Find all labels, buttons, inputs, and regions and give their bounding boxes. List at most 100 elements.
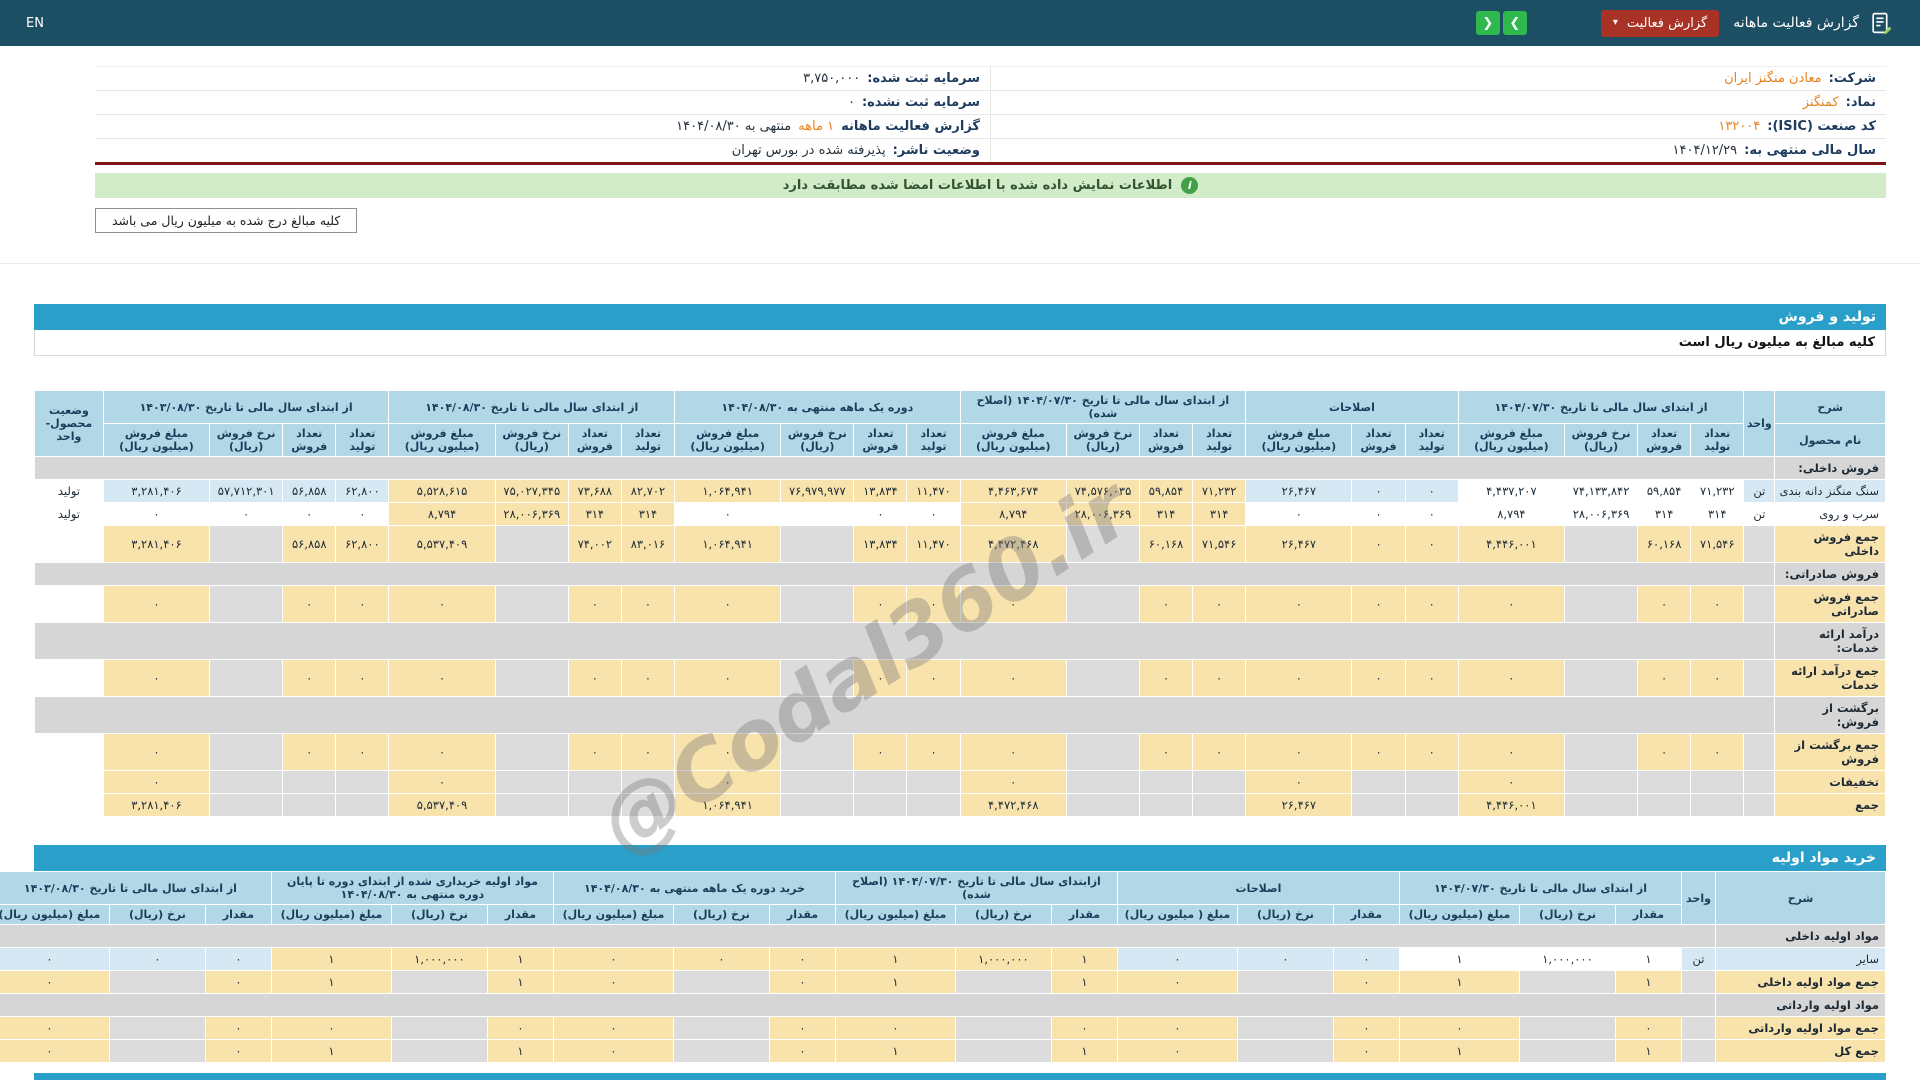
unit-cell — [1743, 733, 1776, 771]
language-en-link[interactable]: EN — [26, 16, 44, 31]
row-label: برگشت از فروش: — [1774, 696, 1886, 734]
row-label: سایر — [1715, 947, 1886, 971]
value-cell: ۰ — [906, 733, 961, 771]
value-cell: ۵,۵۳۷,۴۰۹ — [388, 525, 496, 563]
header-subcolumn: تعداد فروش — [1138, 423, 1194, 457]
value-cell: ۰ — [768, 1039, 836, 1063]
symbol-link[interactable]: کمنگنز — [1803, 95, 1839, 110]
value-cell — [906, 770, 961, 794]
status-cell: تولید — [34, 479, 104, 503]
unit-cell: تن — [1743, 479, 1776, 503]
registered-capital-value: ۳,۷۵۰,۰۰۰ — [803, 71, 861, 86]
value-cell — [1404, 770, 1459, 794]
header-subcolumn: تعداد تولید — [1690, 423, 1745, 457]
value-cell: ۰ — [674, 770, 782, 794]
header-subcolumn: تعداد تولید — [620, 423, 676, 457]
info-icon: i — [1181, 177, 1199, 194]
company-link[interactable]: معادن منگنز ایران — [1724, 71, 1822, 86]
value-cell: ۰ — [552, 970, 674, 994]
value-cell — [1564, 770, 1639, 794]
next-report-button[interactable]: ❯ — [1502, 11, 1527, 35]
value-cell: ۷۳,۶۸۸ — [567, 479, 622, 503]
header-subcolumn: تعداد فروش — [282, 423, 337, 457]
status-cell — [34, 659, 104, 697]
header-subcolumn: تعداد تولید — [1404, 423, 1459, 457]
value-cell: ۰ — [108, 947, 206, 971]
value-cell: ۷۱,۲۳۲ — [1690, 479, 1745, 503]
value-cell: ۰ — [567, 733, 622, 771]
value-cell: ۱۱,۴۷۰ — [906, 525, 961, 563]
value-cell — [780, 525, 855, 563]
value-cell: ۰ — [674, 733, 782, 771]
value-cell: ۰ — [906, 659, 961, 697]
value-cell: ۰ — [1116, 970, 1238, 994]
value-cell: ۰ — [1404, 525, 1459, 563]
row-label: تخفیفات — [1774, 770, 1886, 794]
value-cell: ۰ — [209, 502, 284, 526]
value-cell: ۰ — [768, 947, 836, 971]
header-subcolumn: مبلغ فروش (میلیون ریال) — [1245, 423, 1353, 457]
value-cell: ۱,۰۶۴,۹۴۱ — [674, 525, 782, 563]
value-cell — [282, 770, 337, 794]
fiscal-year-value: ۱۴۰۴/۱۲/۲۹ — [1672, 143, 1738, 158]
value-cell: ۱,۰۰۰,۰۰۰ — [390, 947, 488, 971]
report-period-end: منتهی به ۱۴۰۴/۰۸/۳۰ — [676, 119, 792, 134]
value-cell — [1138, 770, 1194, 794]
section-row: مواد اولیه وارداتی — [0, 993, 1886, 1017]
header-subcolumn: مبلغ فروش (میلیون ریال) — [102, 423, 211, 457]
report-type-dropdown-button[interactable]: گزارش فعالیت ▾ — [1600, 9, 1720, 37]
value-cell: ۵۷,۷۱۲,۳۰۱ — [209, 479, 284, 503]
value-cell — [620, 793, 676, 817]
value-cell: ۱۳,۸۳۴ — [853, 479, 908, 503]
value-cell — [853, 770, 908, 794]
fiscal-year-label: سال مالی منتهی به: — [1744, 143, 1876, 158]
amounts-unit-note: کلیه مبالغ درج شده به میلیون ریال می باش… — [95, 208, 358, 233]
row-label: جمع فروش داخلی — [1774, 525, 1886, 563]
value-cell: ۰ — [1245, 770, 1353, 794]
value-cell: ۰ — [1192, 659, 1247, 697]
value-cell — [1065, 770, 1140, 794]
value-cell: ۰ — [906, 502, 961, 526]
value-cell: ۰ — [0, 947, 110, 971]
value-cell — [209, 733, 284, 771]
value-cell: ۰ — [906, 585, 961, 623]
table-row: جمع کل ۱ ۱ ۰ ۰ ۱ ۱ ۰ ۰ ۱ ۱ ۰ ۰ — [0, 1039, 1886, 1063]
table-row: جمع درآمد ارائه خدمات ۰ ۰ ۰ ۰ ۰ ۰ ۰ ۰ ۰ ۰ ۰ ۰ ۰ ۰ ۰ ۰ ۰ ۰ — [34, 659, 1886, 697]
value-cell: ۴,۴۷۲,۴۶۸ — [959, 793, 1067, 817]
value-cell — [494, 585, 569, 623]
value-cell — [1065, 525, 1140, 563]
row-label: جمع — [1774, 793, 1886, 817]
value-cell: ۵۹,۸۵۴ — [1637, 479, 1692, 503]
value-cell — [567, 793, 622, 817]
status-cell — [34, 793, 104, 817]
header-subcolumn: نرخ (ریال) — [390, 904, 488, 925]
header-subcolumn: نرخ فروش (ریال) — [780, 423, 855, 457]
value-cell: ۰ — [1138, 733, 1194, 771]
prev-report-button[interactable]: ❮ — [1475, 11, 1500, 35]
value-cell: ۱ — [486, 947, 554, 971]
value-cell: ۱ — [834, 947, 956, 971]
header-subcolumn: تعداد تولید — [906, 423, 961, 457]
header-subcolumn: مقدار — [486, 904, 554, 925]
header-subcolumn: مبلغ (میلیون ریال) — [834, 904, 956, 925]
unit-cell — [1681, 1039, 1716, 1063]
value-cell: ۰ — [959, 770, 1067, 794]
value-cell — [954, 970, 1052, 994]
header-subcolumn: مقدار — [204, 904, 272, 925]
table-row: تخفیفات ۰ ۰ ۰ ۰ ۰ ۰ — [34, 770, 1886, 794]
value-cell — [494, 770, 569, 794]
page-title: گزارش فعالیت ماهانه — [1733, 15, 1859, 31]
header-period-group-2: از ابتدای سال مالی تا تاریخ ۱۴۰۴/۰۷/۳۰ (… — [959, 390, 1247, 424]
value-cell: ۰ — [552, 1016, 674, 1040]
value-cell: ۰ — [1690, 585, 1745, 623]
info-row: شرکت: معادن منگنز ایران سرمایه ثبت شده: … — [95, 67, 1886, 91]
value-cell: ۰ — [620, 733, 676, 771]
value-cell: ۰ — [959, 585, 1067, 623]
section-title-raw-materials: خرید مواد اولیه — [34, 845, 1886, 871]
report-icon[interactable] — [1869, 11, 1894, 36]
value-cell — [1519, 1039, 1616, 1063]
value-cell: ۲۶,۴۶۷ — [1245, 793, 1353, 817]
value-cell — [1065, 733, 1140, 771]
registered-capital-cell: سرمایه ثبت شده: ۳,۷۵۰,۰۰۰ — [95, 67, 991, 90]
header-unit: واحد — [1743, 390, 1776, 457]
